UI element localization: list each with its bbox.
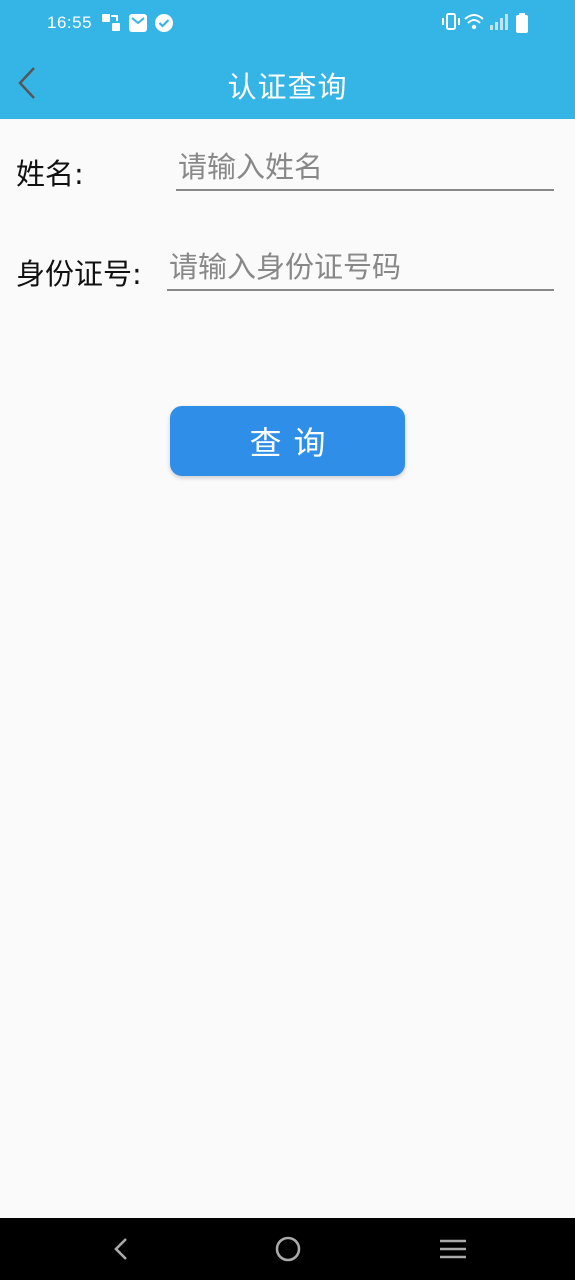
nav-bar: 认证查询 bbox=[0, 48, 575, 119]
system-home-button[interactable] bbox=[272, 1234, 304, 1264]
back-triangle-icon bbox=[114, 1238, 127, 1260]
name-input[interactable] bbox=[176, 148, 554, 191]
menu-lines-icon bbox=[440, 1239, 466, 1259]
id-number-input[interactable] bbox=[167, 248, 554, 291]
name-label: 姓名: bbox=[16, 157, 84, 191]
status-bar: 16:55 bbox=[0, 0, 575, 48]
query-button[interactable]: 查询 bbox=[170, 406, 405, 476]
battery-icon bbox=[514, 12, 530, 38]
app-header: 16:55 认证查询 bbox=[0, 0, 575, 119]
page-title: 认证查询 bbox=[227, 70, 348, 104]
check-badge-icon bbox=[153, 12, 175, 38]
home-circle-icon bbox=[275, 1236, 301, 1262]
mail-icon bbox=[128, 12, 148, 38]
vibrate-icon bbox=[440, 12, 462, 36]
id-number-label: 身份证号: bbox=[16, 257, 142, 291]
system-navigation-bar bbox=[0, 1218, 575, 1280]
signal-icon bbox=[488, 12, 510, 36]
status-time: 16:55 bbox=[47, 13, 93, 32]
app-notification-icon bbox=[101, 12, 121, 38]
system-back-button[interactable] bbox=[106, 1234, 138, 1264]
system-recents-button[interactable] bbox=[437, 1234, 469, 1264]
wifi-icon bbox=[463, 12, 485, 36]
